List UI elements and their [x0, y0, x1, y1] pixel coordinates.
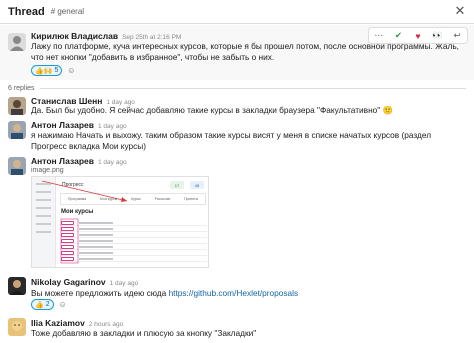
avatar[interactable]: [8, 157, 26, 175]
message-text-prefix: Вы можете предложить идею сюда: [31, 288, 169, 298]
message-time[interactable]: 1 day ago: [98, 159, 127, 166]
avatar[interactable]: [8, 277, 26, 295]
message-author[interactable]: Кирилюк Владислав Sep 25th at 2:16 PM: [31, 31, 181, 41]
divider: [40, 87, 466, 89]
message-time[interactable]: 1 day ago: [110, 280, 139, 287]
message-actions-toolbar: ⋯ ✔ ♥ 👀 ↩: [368, 27, 468, 44]
author-name[interactable]: Кирилюк Владислав: [31, 31, 118, 41]
reply-icon[interactable]: ↩: [450, 30, 464, 41]
reaction-thumbs-up[interactable]: 👍 🙌 5: [31, 65, 63, 76]
raised-hands-icon: 🙌: [43, 67, 53, 75]
author-name[interactable]: Nikolay Gagarinov: [31, 277, 106, 287]
message-text: Тоже добавляю в закладки и плюсую за кно…: [31, 328, 257, 338]
avatar[interactable]: [8, 97, 26, 115]
more-icon[interactable]: ⋯: [372, 30, 386, 41]
message-time[interactable]: 1 day ago: [98, 123, 127, 130]
reaction-thumbs-up[interactable]: 👍 2: [31, 299, 54, 310]
thumbs-up-icon: 👍: [35, 301, 44, 309]
message-time[interactable]: Sep 25th at 2:16 PM: [122, 34, 181, 41]
author-name[interactable]: Ilia Kaziamov: [31, 318, 85, 328]
annotation-arrow: [41, 180, 128, 264]
thumbs-up-icon: 👍: [35, 67, 44, 75]
message-text: я нажимаю Начать и выхожу. таким образом…: [31, 130, 432, 151]
proposals-link[interactable]: https://github.com/Hexlet/proposals: [169, 288, 299, 298]
replies-count: 6 replies: [8, 84, 35, 92]
image-attachment[interactable]: Прогресс 17 45 Программа Мои курсы Курсы…: [31, 176, 209, 268]
heart-icon[interactable]: ♥: [411, 31, 425, 41]
avatar[interactable]: [8, 318, 26, 336]
avatar[interactable]: [8, 121, 26, 139]
reactions-bar: 👍 2 ☺: [31, 299, 69, 310]
message-text: Лажу по платформе, куча интересных курсо…: [31, 41, 459, 62]
thread-title: Thread: [8, 5, 45, 18]
reaction-count: 2: [45, 301, 50, 308]
author-name[interactable]: Антон Лазарев: [31, 156, 94, 166]
channel-name[interactable]: # general: [51, 7, 84, 16]
thread-header: Thread # general ✕: [0, 0, 474, 24]
message-text: Да. Был бы удобно. Я сейчас добавляю так…: [31, 105, 393, 115]
message-author[interactable]: Nikolay Gagarinov 1 day ago: [31, 277, 138, 287]
avatar[interactable]: [8, 33, 26, 51]
add-reaction-icon[interactable]: ☺: [57, 299, 69, 310]
message-author[interactable]: Антон Лазарев 1 day ago: [31, 120, 127, 130]
message-author[interactable]: Ilia Kaziamov 2 hours ago: [31, 318, 123, 328]
author-name[interactable]: Антон Лазарев: [31, 120, 94, 130]
eyes-icon[interactable]: 👀: [431, 30, 445, 41]
reactions-bar: 👍 🙌 5 ☺: [31, 65, 77, 76]
message-author[interactable]: Антон Лазарев 1 day ago: [31, 156, 127, 166]
message-time[interactable]: 2 hours ago: [89, 321, 123, 328]
replies-divider: 6 replies: [8, 83, 466, 93]
add-reaction-icon[interactable]: ☺: [65, 65, 77, 76]
check-mark-icon[interactable]: ✔: [391, 30, 405, 41]
file-name[interactable]: image.png: [31, 167, 64, 174]
reaction-count: 5: [54, 67, 59, 74]
close-icon[interactable]: ✕: [452, 3, 468, 19]
message-text: Вы можете предложить идею сюда https://g…: [31, 288, 466, 299]
